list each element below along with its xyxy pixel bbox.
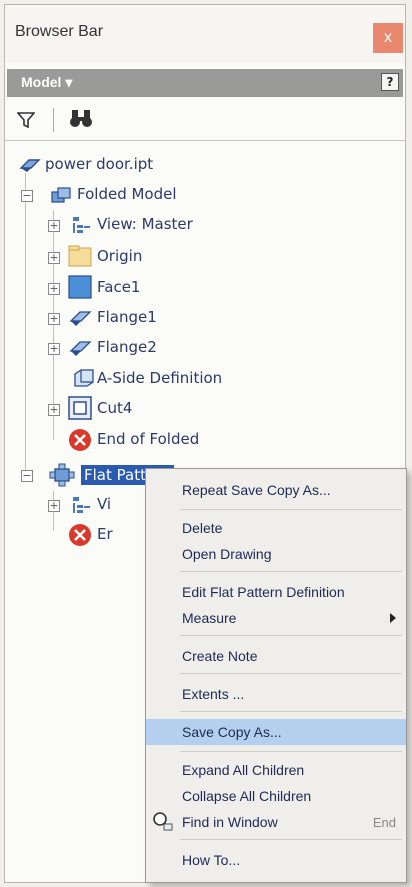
tree-label: power door.ipt: [45, 155, 154, 173]
view-icon: [73, 217, 90, 233]
submenu-arrow-icon: [390, 613, 396, 623]
tree-label: End of Folded: [97, 430, 200, 448]
tree-item-flange1[interactable]: + Flange1: [15, 303, 275, 333]
part-icon: [19, 159, 41, 172]
folder-icon: [68, 245, 92, 267]
menu-item-find-in-window[interactable]: Find in Window End: [146, 809, 406, 835]
help-button[interactable]: ?: [381, 73, 399, 91]
menu-item-repeat-save-copy[interactable]: Repeat Save Copy As...: [146, 477, 406, 503]
tree-item-view-partial[interactable]: + Vi: [15, 490, 141, 520]
flange-icon: [69, 311, 92, 326]
browser-toolbar: [5, 100, 405, 141]
tree-item-end-of-folded[interactable]: End of Folded: [15, 425, 275, 455]
tree-label: Origin: [97, 247, 143, 265]
menu-separator: [180, 751, 402, 752]
close-button[interactable]: x: [373, 23, 403, 53]
tree-label: Flange2: [97, 338, 157, 356]
tree-root[interactable]: power door.ipt: [15, 150, 265, 180]
expand-toggle[interactable]: +: [48, 220, 60, 232]
tree-label: Folded Model: [77, 185, 177, 203]
collapse-toggle[interactable]: −: [21, 470, 33, 482]
tree-label: Face1: [97, 278, 141, 296]
model-dropdown-label: Model ▾: [21, 74, 73, 90]
tree-item-cut4[interactable]: + Cut4: [15, 394, 275, 424]
menu-separator: [180, 711, 402, 712]
menu-item-expand-all[interactable]: Expand All Children: [146, 757, 406, 783]
expand-toggle[interactable]: +: [48, 252, 60, 264]
menu-separator: [180, 509, 402, 510]
flat-pattern-icon: [49, 463, 75, 487]
folded-model-icon: [51, 187, 71, 203]
flange-icon: [69, 341, 92, 356]
menu-separator: [180, 635, 402, 636]
filter-icon[interactable]: [17, 112, 35, 128]
tree-item-folded-model[interactable]: − Folded Model: [15, 180, 275, 210]
face-icon: [68, 275, 92, 299]
collapse-toggle[interactable]: −: [21, 190, 33, 202]
menu-item-edit-flat-pattern[interactable]: Edit Flat Pattern Definition: [146, 579, 406, 605]
expand-toggle[interactable]: +: [48, 404, 60, 416]
tree-item-a-side-definition[interactable]: A-Side Definition: [15, 364, 315, 394]
shortcut-text: End: [372, 815, 396, 830]
expand-toggle[interactable]: +: [48, 343, 60, 355]
browser-bar-panel: Browser Bar x Model ▾ ? power door.ipt −: [4, 4, 407, 883]
menu-separator: [180, 673, 402, 674]
tree-label: Flange1: [97, 308, 157, 326]
menu-item-extents[interactable]: Extents ...: [146, 681, 406, 707]
menu-separator: [180, 839, 402, 840]
menu-item-how-to[interactable]: How To...: [146, 847, 406, 873]
window-title: Browser Bar: [15, 23, 104, 40]
view-icon: [73, 497, 90, 513]
end-of-part-icon: [69, 429, 91, 451]
tree-label: Cut4: [97, 399, 133, 417]
cut-icon: [68, 396, 92, 420]
menu-separator: [180, 571, 402, 572]
tree-label: Vi: [97, 495, 112, 513]
find-binoculars-icon[interactable]: [69, 108, 93, 130]
tree-label: View: Master: [97, 215, 193, 233]
expand-toggle[interactable]: +: [48, 500, 60, 512]
menu-item-delete[interactable]: Delete: [146, 515, 406, 541]
tree-item-origin[interactable]: + Origin: [15, 242, 275, 272]
model-dropdown[interactable]: Model ▾ ?: [7, 69, 403, 97]
tree-label: Er: [97, 525, 113, 543]
tree-label: A-Side Definition: [97, 369, 223, 387]
menu-item-collapse-all[interactable]: Collapse All Children: [146, 783, 406, 809]
expand-toggle[interactable]: +: [48, 283, 60, 295]
tree-item-flange2[interactable]: + Flange2: [15, 333, 275, 363]
tree-item-view-master[interactable]: + View: Master: [15, 210, 275, 240]
end-of-part-icon: [69, 524, 91, 546]
expand-toggle[interactable]: +: [48, 313, 60, 325]
context-menu: Repeat Save Copy As... Delete Open Drawi…: [145, 468, 407, 883]
a-side-icon: [74, 369, 94, 387]
menu-item-create-note[interactable]: Create Note: [146, 643, 406, 669]
find-in-window-icon: [153, 812, 173, 831]
menu-item-measure[interactable]: Measure: [146, 605, 406, 631]
toolbar-divider: [53, 108, 54, 132]
tree-item-face1[interactable]: + Face1: [15, 273, 275, 303]
menu-item-open-drawing[interactable]: Open Drawing: [146, 541, 406, 567]
title-bar: Browser Bar x: [5, 5, 405, 63]
menu-item-save-copy-as[interactable]: Save Copy As...: [146, 719, 406, 745]
tree-item-end-partial[interactable]: Er: [15, 520, 141, 550]
